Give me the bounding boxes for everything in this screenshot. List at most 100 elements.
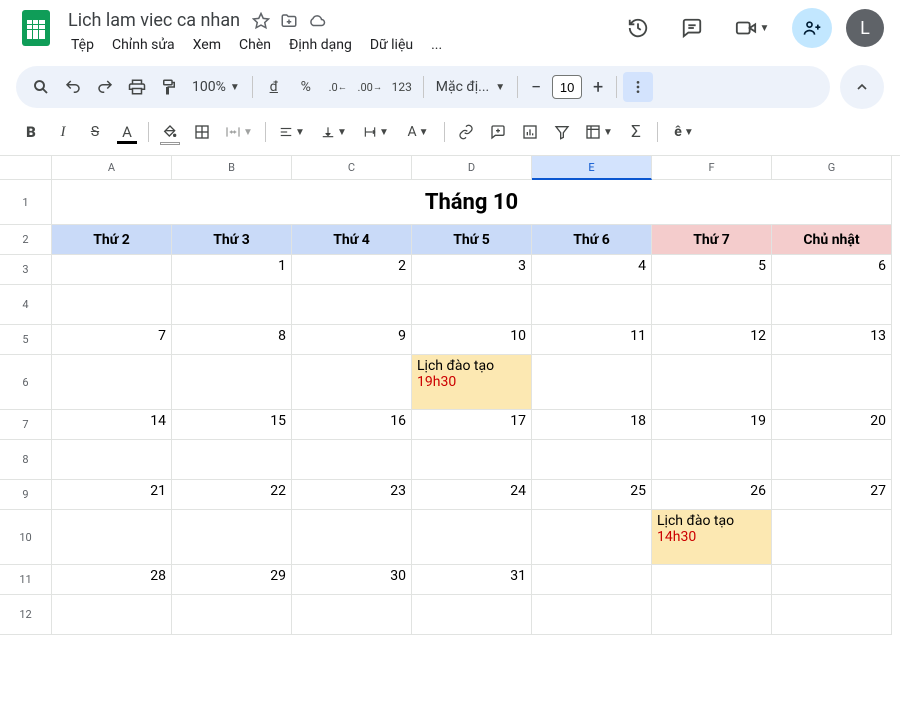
comments-icon[interactable] [672, 8, 712, 48]
cell[interactable] [172, 440, 292, 480]
row-header-11[interactable]: 11 [0, 565, 52, 595]
cell[interactable]: 19 [652, 410, 772, 440]
cell[interactable] [292, 510, 412, 565]
format-number-button[interactable]: 123 [387, 72, 417, 102]
cell[interactable] [532, 565, 652, 595]
cell[interactable] [772, 565, 892, 595]
menu-data[interactable]: Dữ liệu [363, 35, 420, 55]
cell[interactable]: 27 [772, 480, 892, 510]
cell[interactable]: 10 [412, 325, 532, 355]
history-icon[interactable] [618, 8, 658, 48]
merge-cells-button[interactable]: ▼ [219, 119, 259, 145]
document-title[interactable]: Lich lam viec ca nhan [64, 8, 244, 33]
cell[interactable] [652, 565, 772, 595]
row-header-6[interactable]: 6 [0, 355, 52, 410]
cell[interactable]: 23 [292, 480, 412, 510]
format-currency-button[interactable]: đ [259, 72, 289, 102]
functions-button[interactable]: Σ [621, 119, 651, 145]
column-header-G[interactable]: G [772, 156, 892, 180]
cell[interactable]: 8 [172, 325, 292, 355]
cell[interactable] [532, 595, 652, 635]
bold-button[interactable]: B [16, 119, 46, 145]
row-header-7[interactable]: 7 [0, 410, 52, 440]
cell[interactable]: 31 [412, 565, 532, 595]
font-family-dropdown[interactable]: Mặc đị...▼ [430, 79, 511, 95]
cell[interactable]: 14 [52, 410, 172, 440]
account-avatar[interactable]: L [846, 9, 884, 47]
cell[interactable] [532, 285, 652, 325]
cell[interactable]: 22 [172, 480, 292, 510]
font-size-input[interactable] [552, 75, 582, 99]
row-header-1[interactable]: 1 [0, 180, 52, 225]
column-header-B[interactable]: B [172, 156, 292, 180]
cell[interactable]: 17 [412, 410, 532, 440]
row-header-8[interactable]: 8 [0, 440, 52, 480]
cell[interactable]: 2 [292, 255, 412, 285]
cell[interactable]: 3 [412, 255, 532, 285]
row-header-2[interactable]: 2 [0, 225, 52, 255]
cell[interactable] [652, 595, 772, 635]
column-header-F[interactable]: F [652, 156, 772, 180]
column-header-C[interactable]: C [292, 156, 412, 180]
cell[interactable]: 7 [52, 325, 172, 355]
cell[interactable] [292, 595, 412, 635]
cell[interactable]: Thứ 2 [52, 225, 172, 255]
cell[interactable]: 16 [292, 410, 412, 440]
font-size-decrease[interactable]: − [524, 75, 548, 99]
h-align-button[interactable]: ▼ [272, 119, 312, 145]
cell[interactable] [772, 595, 892, 635]
star-icon[interactable] [252, 12, 270, 30]
cell[interactable]: 11 [532, 325, 652, 355]
cell[interactable] [292, 440, 412, 480]
cloud-status-icon[interactable] [308, 12, 326, 30]
cell[interactable]: Thứ 5 [412, 225, 532, 255]
cell[interactable] [172, 510, 292, 565]
sheets-logo[interactable] [16, 8, 56, 48]
cell[interactable]: 20 [772, 410, 892, 440]
search-icon[interactable] [26, 72, 56, 102]
cell[interactable] [772, 355, 892, 410]
collapse-toolbar-icon[interactable] [840, 65, 884, 109]
cell[interactable] [772, 440, 892, 480]
cell[interactable] [772, 510, 892, 565]
cell[interactable]: 18 [532, 410, 652, 440]
redo-icon[interactable] [90, 72, 120, 102]
borders-button[interactable] [187, 119, 217, 145]
italic-button[interactable]: I [48, 119, 78, 145]
row-header-3[interactable]: 3 [0, 255, 52, 285]
cell[interactable]: 21 [52, 480, 172, 510]
cell[interactable] [412, 510, 532, 565]
print-icon[interactable] [122, 72, 152, 102]
cell[interactable]: 25 [532, 480, 652, 510]
cell[interactable]: 30 [292, 565, 412, 595]
cell[interactable]: 26 [652, 480, 772, 510]
cell[interactable] [412, 440, 532, 480]
cell[interactable]: Thứ 4 [292, 225, 412, 255]
paint-format-icon[interactable] [154, 72, 184, 102]
cell[interactable] [772, 285, 892, 325]
increase-decimals-button[interactable]: .00→ [355, 72, 385, 102]
event-cell[interactable]: Lịch đào tạo14h30 [652, 510, 772, 565]
format-percent-button[interactable]: % [291, 72, 321, 102]
cell[interactable]: Chủ nhật [772, 225, 892, 255]
cell[interactable] [652, 440, 772, 480]
cell[interactable] [52, 595, 172, 635]
cell[interactable]: 6 [772, 255, 892, 285]
meet-icon[interactable]: ▼ [726, 8, 778, 48]
menu-view[interactable]: Xem [186, 35, 228, 55]
cell[interactable] [292, 285, 412, 325]
cell[interactable]: 4 [532, 255, 652, 285]
column-header-A[interactable]: A [52, 156, 172, 180]
menu-insert[interactable]: Chèn [232, 35, 278, 55]
cell[interactable] [52, 255, 172, 285]
cell[interactable] [412, 595, 532, 635]
text-wrap-button[interactable]: ▼ [356, 119, 396, 145]
decrease-decimals-button[interactable]: .0← [323, 72, 353, 102]
cell[interactable] [172, 285, 292, 325]
v-align-button[interactable]: ▼ [314, 119, 354, 145]
cell[interactable] [292, 355, 412, 410]
cell[interactable] [52, 285, 172, 325]
filter-button[interactable] [547, 119, 577, 145]
cell[interactable] [52, 510, 172, 565]
menu-format[interactable]: Định dạng [282, 35, 359, 55]
